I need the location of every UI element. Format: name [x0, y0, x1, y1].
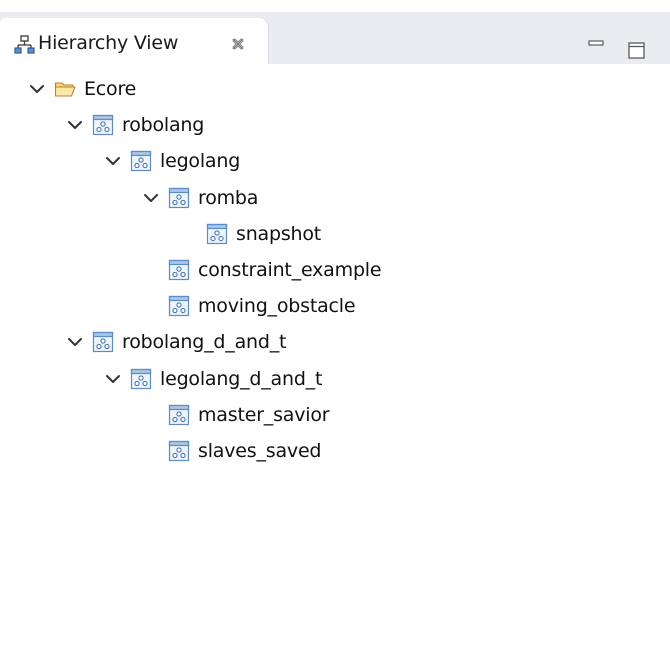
tree-item[interactable]: snapshot: [180, 219, 321, 249]
package-icon: [168, 295, 190, 317]
tree-item-label: master_savior: [198, 403, 330, 426]
tree-item[interactable]: legolang: [104, 146, 240, 176]
tree-item-label: constraint_example: [198, 259, 382, 281]
tree-item-label: Ecore: [84, 78, 137, 100]
tree-item-label: legolang: [160, 150, 241, 173]
tree-item-label: romba: [198, 186, 259, 209]
package-icon: [168, 259, 190, 281]
tree-item[interactable]: robolang: [66, 110, 204, 140]
window-top-strip: [0, 0, 670, 12]
tree-item-label: robolang: [122, 114, 205, 137]
tree-item[interactable]: moving_obstacle: [142, 291, 356, 321]
tree-item[interactable]: legolang_d_and_t: [104, 364, 322, 394]
tree-item[interactable]: romba: [142, 183, 258, 213]
package-icon: [168, 440, 190, 462]
tree-item[interactable]: robolang_d_and_t: [66, 327, 286, 357]
maximize-icon[interactable]: [626, 40, 648, 62]
package-icon: [168, 404, 190, 426]
chevron-down-icon[interactable]: [28, 80, 46, 98]
package-icon: [130, 368, 152, 390]
folder-open-icon: [54, 78, 76, 100]
tree-item[interactable]: slaves_saved: [142, 436, 321, 466]
tree-item-label: legolang_d_and_t: [160, 367, 323, 390]
hierarchy-icon: [14, 35, 35, 54]
tree-item-label: robolang_d_and_t: [122, 331, 287, 354]
chevron-down-icon[interactable]: [104, 370, 122, 388]
package-icon: [168, 187, 190, 209]
chevron-down-icon[interactable]: [66, 116, 84, 134]
package-icon: [92, 114, 114, 136]
close-icon[interactable]: [230, 36, 246, 52]
chevron-down-icon[interactable]: [142, 189, 160, 207]
hierarchy-tree[interactable]: Ecore robolang legolang romba snapshot constr…: [0, 66, 670, 648]
view-tab-bar: Hierarchy View: [0, 12, 670, 64]
package-icon: [92, 331, 114, 353]
minimize-icon[interactable]: [586, 38, 608, 54]
chevron-down-icon[interactable]: [66, 333, 84, 351]
chevron-down-icon[interactable]: [104, 152, 122, 170]
tab-hierarchy-view[interactable]: Hierarchy View: [0, 18, 268, 64]
package-icon: [130, 150, 152, 172]
tree-item[interactable]: constraint_example: [142, 255, 382, 285]
package-icon: [206, 223, 228, 245]
tree-item-label: moving_obstacle: [198, 295, 356, 318]
tree-item[interactable]: master_savior: [142, 400, 330, 430]
tree-item-label: slaves_saved: [198, 440, 322, 462]
view-title: Hierarchy View: [38, 32, 179, 54]
tree-item-label: snapshot: [236, 222, 322, 245]
tree-item[interactable]: Ecore: [28, 74, 136, 104]
